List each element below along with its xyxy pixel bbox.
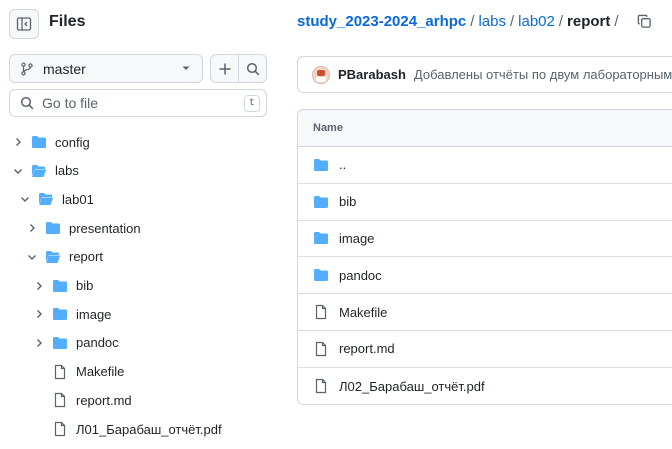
- file-icon: [52, 392, 68, 408]
- copy-icon: [637, 14, 651, 28]
- breadcrumb-separator: /: [509, 13, 515, 30]
- tree-item-report[interactable]: report: [25, 243, 103, 271]
- chevron-right-icon[interactable]: [32, 281, 46, 291]
- breadcrumb-separator: /: [558, 13, 564, 30]
- folder-icon: [313, 230, 329, 246]
- breadcrumb-current: report: [567, 13, 611, 30]
- chevron-down-icon[interactable]: [18, 194, 32, 204]
- tree-item-label: Л01_Барабаш_отчёт.pdf: [76, 421, 222, 437]
- tree-item-label: config: [55, 134, 90, 150]
- tree-item-label: lab01: [62, 191, 94, 207]
- table-row[interactable]: Makefile: [298, 294, 672, 331]
- latest-commit-bar: PBarabash Добавлены отчёты по двум лабор…: [297, 56, 672, 93]
- add-file-button[interactable]: [210, 54, 239, 83]
- table-row[interactable]: bib: [298, 184, 672, 221]
- table-row[interactable]: pandoc: [298, 257, 672, 295]
- caret-down-icon: [182, 66, 190, 70]
- chevron-right-icon[interactable]: [11, 137, 25, 147]
- search-code-button[interactable]: [238, 54, 267, 83]
- breadcrumb-link-lab02[interactable]: lab02: [518, 13, 555, 30]
- folder-icon: [313, 194, 329, 210]
- directory-table: Name .. bib image pandoc Makefile report.md Л0…: [297, 109, 672, 405]
- keyboard-shortcut-badge: t: [244, 95, 260, 112]
- tree-item-config[interactable]: config: [11, 128, 90, 156]
- git-branch-icon: [21, 61, 33, 76]
- tree-item-presentation[interactable]: presentation: [25, 214, 141, 242]
- sidebar-toggle-button[interactable]: [9, 9, 39, 39]
- avatar[interactable]: [312, 65, 330, 84]
- chevron-right-icon[interactable]: [32, 338, 46, 348]
- table-body: .. bib image pandoc Makefile report.md Л02_Бар…: [298, 147, 672, 404]
- chevron-right-icon[interactable]: [32, 309, 46, 319]
- folder-open-icon: [31, 163, 47, 179]
- row-name-link[interactable]: image: [339, 231, 374, 246]
- tree-item-label: Makefile: [76, 364, 125, 380]
- chevron-right-icon[interactable]: [25, 223, 39, 233]
- folder-icon: [52, 306, 68, 322]
- file-icon: [52, 421, 68, 437]
- go-to-file-input[interactable]: [42, 95, 232, 111]
- folder-icon: [313, 267, 329, 283]
- commit-author[interactable]: PBarabash: [338, 67, 406, 82]
- tree-item-label: report: [69, 249, 103, 265]
- branch-name: master: [43, 60, 86, 77]
- breadcrumb-trailing-separator: /: [614, 13, 619, 30]
- file-icon: [52, 364, 68, 380]
- row-name-link[interactable]: Л02_Барабаш_отчёт.pdf: [339, 379, 485, 394]
- breadcrumb-repo-link[interactable]: study_2023-2024_arhpc: [297, 13, 466, 30]
- folder-open-icon: [38, 191, 54, 207]
- plus-icon: [219, 63, 230, 74]
- folder-icon: [31, 134, 47, 150]
- tree-item-label: bib: [76, 278, 94, 293]
- tree-item-makefile[interactable]: Makefile: [32, 358, 124, 386]
- row-name-link[interactable]: ..: [339, 157, 346, 172]
- folder-icon: [313, 157, 329, 173]
- copy-path-button[interactable]: [637, 14, 652, 29]
- table-row[interactable]: Л02_Барабаш_отчёт.pdf: [298, 368, 672, 404]
- sidebar-collapse-icon: [16, 17, 32, 31]
- tree-item-label: labs: [55, 163, 79, 179]
- go-to-file-field[interactable]: t: [9, 89, 267, 117]
- tree-item-label: presentation: [69, 220, 141, 236]
- row-name-link[interactable]: bib: [339, 194, 356, 209]
- search-icon: [20, 96, 34, 110]
- file-icon: [313, 341, 329, 357]
- folder-icon: [52, 278, 68, 294]
- file-icon: [313, 378, 329, 394]
- tree-item-report-md[interactable]: report.md: [32, 386, 132, 414]
- branch-selector-button[interactable]: master: [9, 54, 203, 83]
- row-name-link[interactable]: Makefile: [339, 305, 387, 320]
- tree-item-lab01[interactable]: lab01: [18, 185, 94, 213]
- table-row[interactable]: ..: [298, 147, 672, 184]
- folder-icon: [45, 220, 61, 236]
- table-row[interactable]: report.md: [298, 331, 672, 368]
- tree-item-label: image: [76, 306, 112, 322]
- row-name-link[interactable]: report.md: [339, 341, 395, 356]
- commit-message[interactable]: Добавлены отчёты по двум лабораторным: [414, 67, 672, 82]
- table-header-name: Name: [298, 110, 672, 147]
- chevron-down-icon[interactable]: [11, 166, 25, 176]
- tree-item-label: report.md: [76, 392, 132, 408]
- tree-item-image[interactable]: image: [32, 300, 111, 328]
- breadcrumb-separator: /: [470, 13, 475, 30]
- files-panel-title: Files: [49, 13, 86, 30]
- breadcrumb: study_2023-2024_arhpc / labs / lab02 / r…: [297, 13, 652, 30]
- tree-item-label: pandoc: [76, 335, 119, 351]
- tree-item-bib[interactable]: bib: [32, 272, 93, 300]
- folder-open-icon: [45, 249, 61, 265]
- tree-item-pandoc[interactable]: pandoc: [32, 329, 119, 357]
- breadcrumb-link-labs[interactable]: labs: [478, 13, 506, 30]
- file-icon: [313, 304, 329, 320]
- chevron-down-icon[interactable]: [25, 252, 39, 262]
- tree-item-labs[interactable]: labs: [11, 157, 79, 185]
- row-name-link[interactable]: pandoc: [339, 268, 382, 283]
- tree-item-л01-барабаш-отчёт-pdf[interactable]: Л01_Барабаш_отчёт.pdf: [32, 415, 222, 443]
- search-icon: [246, 62, 259, 75]
- folder-icon: [52, 335, 68, 351]
- table-row[interactable]: image: [298, 221, 672, 258]
